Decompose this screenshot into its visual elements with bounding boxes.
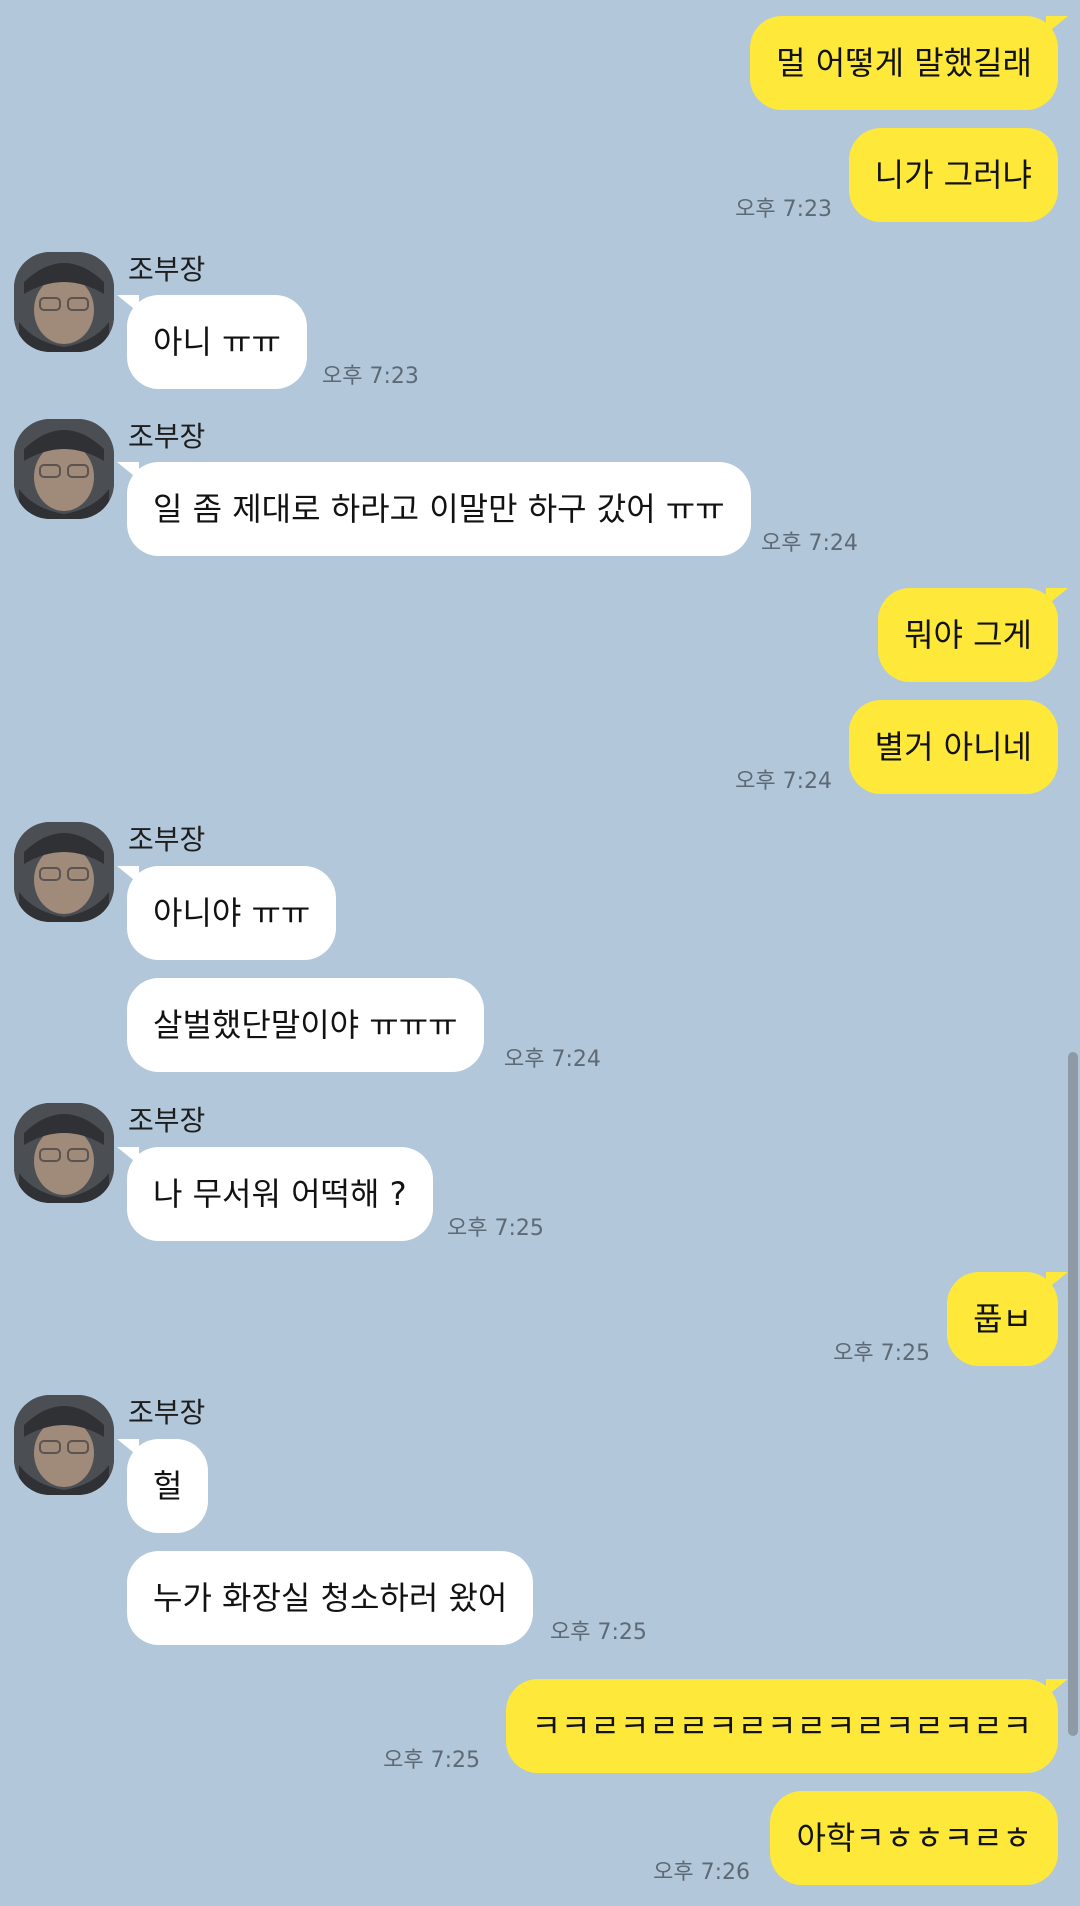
sender-name: 조부장 xyxy=(128,823,206,856)
incoming-message-bubble[interactable]: 아니야 ㅠㅠ xyxy=(116,866,337,960)
outgoing-message-bubble[interactable]: ㅋㅋㄹㅋㄹㄹㅋㄹㅋㄹㅋㄹㅋㄹㅋㄹㅋ xyxy=(505,1679,1069,1773)
contact-avatar[interactable] xyxy=(14,1395,114,1495)
message-timestamp: 오후 7:25 xyxy=(447,1216,544,1241)
outgoing-message-bubble[interactable]: 니가 그러냐 xyxy=(848,128,1058,222)
contact-avatar[interactable] xyxy=(14,252,114,352)
sender-name: 조부장 xyxy=(128,1104,206,1137)
incoming-message-bubble[interactable]: 나 무서워 어떡해 ? xyxy=(117,1147,433,1241)
outgoing-message-bubble[interactable]: 멀 어떻게 말했길래 xyxy=(750,16,1068,110)
message-timestamp: 오후 7:25 xyxy=(383,1748,480,1773)
incoming-message-bubble[interactable]: 아니 ㅠㅠ xyxy=(117,295,307,389)
outgoing-message-bubble[interactable]: 풉ㅂ xyxy=(947,1272,1068,1366)
outgoing-message-bubble[interactable]: 아학ㅋㅎㅎㅋㄹㅎ xyxy=(770,1791,1058,1885)
sender-name: 조부장 xyxy=(128,253,206,286)
message-timestamp: 오후 7:23 xyxy=(735,197,832,222)
message-timestamp: 오후 7:24 xyxy=(504,1047,601,1072)
message-timestamp: 오후 7:25 xyxy=(833,1341,930,1366)
chat-message-list[interactable]: 멀 어떻게 말했길래 니가 그러냐 오후 7:23 조부장 아니 ㅠㅠ 오후 7… xyxy=(0,0,1080,1906)
profile-photo-avatar-icon xyxy=(14,1395,114,1495)
contact-avatar[interactable] xyxy=(14,822,114,922)
scrollbar-thumb[interactable] xyxy=(1068,1052,1078,1736)
message-timestamp: 오후 7:26 xyxy=(653,1860,750,1885)
incoming-message-bubble[interactable]: 누가 화장실 청소하러 왔어 xyxy=(127,1551,534,1645)
profile-photo-avatar-icon xyxy=(14,419,114,519)
message-timestamp: 오후 7:23 xyxy=(322,364,419,389)
contact-avatar[interactable] xyxy=(14,1103,114,1203)
incoming-message-bubble[interactable]: 헐 xyxy=(116,1439,209,1533)
message-timestamp: 오후 7:24 xyxy=(735,769,832,794)
contact-avatar[interactable] xyxy=(14,419,114,519)
message-timestamp: 오후 7:24 xyxy=(761,531,858,556)
incoming-message-bubble[interactable]: 일 좀 제대로 하라고 이말만 하구 갔어 ㅠㅠ xyxy=(117,462,751,556)
outgoing-message-bubble[interactable]: 별거 아니네 xyxy=(848,700,1058,794)
profile-photo-avatar-icon xyxy=(14,252,114,352)
message-timestamp: 오후 7:25 xyxy=(550,1620,647,1645)
sender-name: 조부장 xyxy=(128,1396,206,1429)
outgoing-message-bubble[interactable]: 뭐야 그게 xyxy=(878,588,1068,682)
profile-photo-avatar-icon xyxy=(14,822,114,922)
incoming-message-bubble[interactable]: 살벌했단말이야 ㅠㅠㅠ xyxy=(127,978,484,1072)
sender-name: 조부장 xyxy=(128,420,206,453)
profile-photo-avatar-icon xyxy=(14,1103,114,1203)
